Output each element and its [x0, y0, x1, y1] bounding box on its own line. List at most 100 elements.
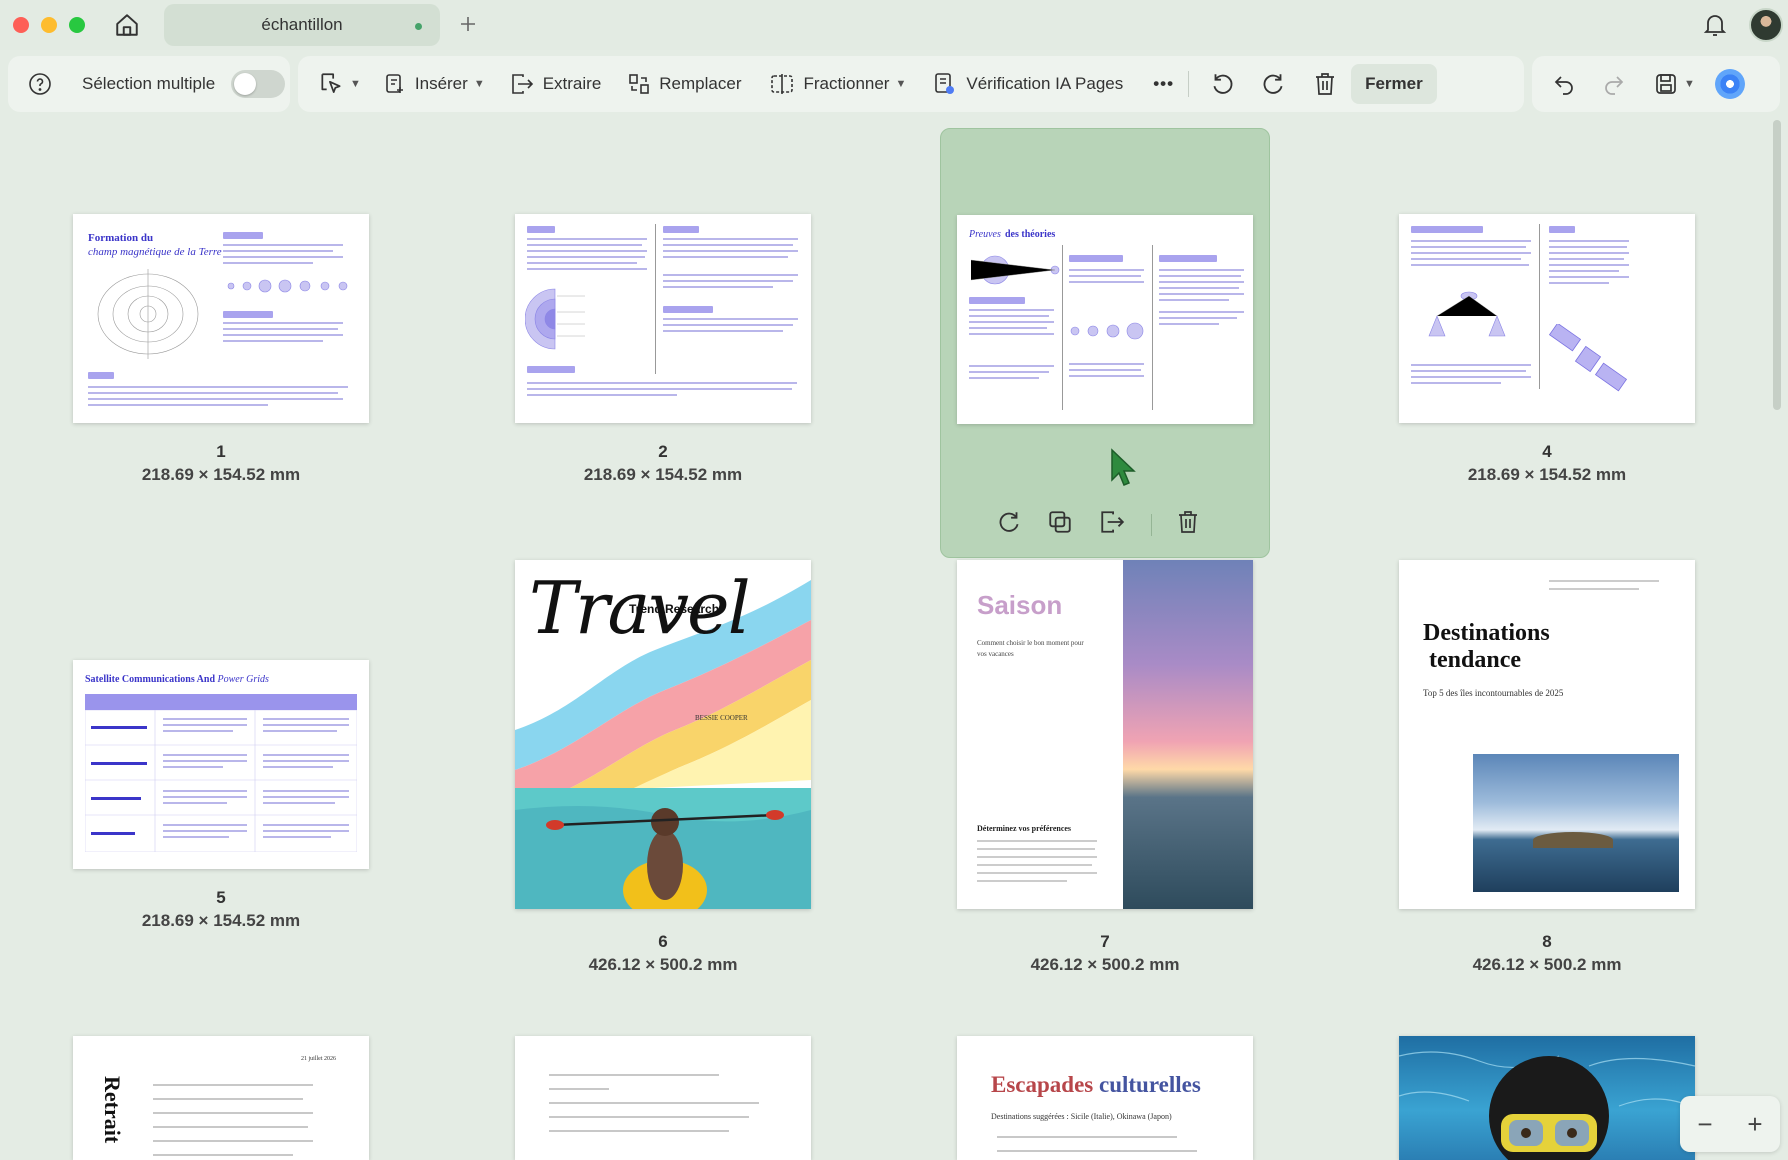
- text-line: [969, 315, 1049, 317]
- cover-author: BESSIE COOPER: [695, 714, 748, 722]
- maximize-window-button[interactable]: [69, 17, 85, 33]
- page-cell-7[interactable]: Saison Comment choisir le bon moment pou…: [940, 560, 1270, 1000]
- text-line: [223, 322, 343, 324]
- page-number: 4: [1542, 442, 1552, 461]
- page-cell-10[interactable]: [498, 1036, 828, 1160]
- island-shape: [1533, 832, 1613, 848]
- extract-button[interactable]: Extraire: [503, 64, 608, 104]
- page-cell-4[interactable]: 4 218.69 × 154.52 mm: [1382, 120, 1712, 550]
- split-label: Fractionner: [803, 74, 890, 93]
- page-number: 1: [216, 442, 226, 461]
- page-thumbnail[interactable]: [1399, 214, 1695, 423]
- page-thumbnail[interactable]: Saison Comment choisir le bon moment pou…: [957, 560, 1253, 909]
- page-cell-3[interactable]: Preuves des théories: [940, 128, 1270, 558]
- insert-button[interactable]: Insérer ▼: [377, 64, 491, 104]
- text-line: [1069, 269, 1144, 271]
- ai-assistant-icon[interactable]: [1714, 69, 1745, 99]
- zoom-in-icon[interactable]: +: [1747, 1109, 1762, 1140]
- page-cell-12[interactable]: [1382, 1036, 1712, 1160]
- text-line: [663, 330, 783, 332]
- text-line: [549, 1102, 759, 1104]
- home-icon[interactable]: [112, 10, 142, 40]
- text-line: [1549, 264, 1629, 266]
- page-thumbnail[interactable]: [515, 1036, 811, 1160]
- page-thumbnail[interactable]: Destinations tendance Top 5 des îles inc…: [1399, 560, 1695, 909]
- replace-button[interactable]: Remplacer: [621, 64, 747, 104]
- avatar[interactable]: [1749, 8, 1783, 42]
- page-cell-11[interactable]: Escapades culturelles Destinations suggé…: [940, 1036, 1270, 1160]
- rotate-left-icon[interactable]: [1203, 64, 1241, 104]
- text-line: [1411, 240, 1531, 242]
- page-thumbnail[interactable]: Escapades culturelles Destinations suggé…: [957, 1036, 1253, 1160]
- page-date-9: 21 juillet 2026: [301, 1056, 336, 1062]
- page-number: 6: [658, 932, 668, 951]
- page-cell-8[interactable]: Destinations tendance Top 5 des îles inc…: [1382, 560, 1712, 1000]
- text-line: [1549, 276, 1629, 278]
- text-line: [1069, 369, 1141, 371]
- zoom-out-icon[interactable]: −: [1697, 1109, 1712, 1140]
- document-tab[interactable]: échantillon: [164, 4, 440, 46]
- page-thumbnail[interactable]: [515, 214, 811, 423]
- text-line: [1411, 252, 1531, 254]
- text-line: [977, 880, 1067, 882]
- text-line: [1411, 382, 1501, 384]
- select-tool-button[interactable]: ▼: [312, 64, 367, 104]
- trash-icon[interactable]: [1307, 64, 1343, 104]
- page-cell-2[interactable]: 2 218.69 × 154.52 mm: [498, 120, 828, 550]
- section-tag: [223, 311, 273, 318]
- text-line: [997, 1150, 1197, 1152]
- page-title-5b: Power Grids: [217, 674, 269, 685]
- text-line: [1159, 293, 1244, 295]
- bell-icon[interactable]: [1700, 10, 1730, 40]
- text-line: [969, 371, 1049, 373]
- close-button[interactable]: Fermer: [1351, 64, 1437, 104]
- text-line: [977, 840, 1097, 842]
- page-thumbnail[interactable]: Formation du champ magnétique de la Terr…: [73, 214, 369, 423]
- text-line: [527, 268, 647, 270]
- more-button[interactable]: •••: [1147, 64, 1180, 104]
- section-tag: [663, 226, 699, 233]
- extract-icon[interactable]: [1097, 509, 1127, 540]
- undo-icon[interactable]: [1546, 64, 1582, 104]
- multi-select-toggle[interactable]: [231, 70, 286, 98]
- ai-check-button[interactable]: Vérification IA Pages: [926, 64, 1129, 104]
- text-line: [223, 340, 323, 342]
- page-number: 8: [1542, 932, 1552, 951]
- text-line: [1159, 299, 1229, 301]
- page-thumbnail[interactable]: [1399, 1036, 1695, 1160]
- minimize-window-button[interactable]: [41, 17, 57, 33]
- page-cell-1[interactable]: Formation du champ magnétique de la Terr…: [56, 120, 386, 550]
- redo-icon[interactable]: [1596, 64, 1632, 104]
- text-line: [549, 1130, 729, 1132]
- page-thumbnail[interactable]: Preuves des théories: [957, 215, 1253, 424]
- page-number: 2: [658, 442, 668, 461]
- page-cell-9[interactable]: Retrait 21 juillet 2026: [56, 1036, 386, 1160]
- help-icon[interactable]: [22, 64, 58, 104]
- page-thumbnail[interactable]: Travel Trend Research BESSIE COOPER: [515, 560, 811, 909]
- page-cell-6[interactable]: Travel Trend Research BESSIE COOPER 6 42…: [498, 560, 828, 1000]
- rotate-right-icon[interactable]: [1255, 64, 1293, 104]
- text-line: [549, 1088, 609, 1090]
- text-line: [527, 238, 647, 240]
- text-line: [527, 382, 797, 384]
- page-thumbnail[interactable]: Retrait 21 juillet 2026: [73, 1036, 369, 1160]
- section-tag: [223, 232, 263, 239]
- page-title-5: Satellite Communications And Power Grids: [85, 674, 269, 685]
- close-window-button[interactable]: [13, 17, 29, 33]
- save-icon[interactable]: ▼: [1648, 64, 1701, 104]
- text-line: [153, 1112, 313, 1114]
- page-thumbnail[interactable]: Satellite Communications And Power Grids: [73, 660, 369, 869]
- page-title-5a: Satellite Communications And: [85, 674, 216, 685]
- split-button[interactable]: Fractionner ▼: [763, 64, 912, 104]
- plus-icon[interactable]: [454, 10, 482, 38]
- copy-icon[interactable]: [1047, 509, 1073, 540]
- page-title-1b: champ magnétique de la Terre: [88, 246, 222, 258]
- page-cell-5[interactable]: Satellite Communications And Power Grids…: [56, 560, 386, 1000]
- trash-icon[interactable]: [1176, 509, 1200, 540]
- rotate-right-icon[interactable]: [997, 509, 1023, 540]
- orbit-diagram: [970, 255, 1060, 285]
- text-line: [977, 856, 1097, 858]
- text-line: [1411, 264, 1529, 266]
- vertical-scrollbar[interactable]: [1773, 120, 1781, 410]
- text-line: [527, 250, 647, 252]
